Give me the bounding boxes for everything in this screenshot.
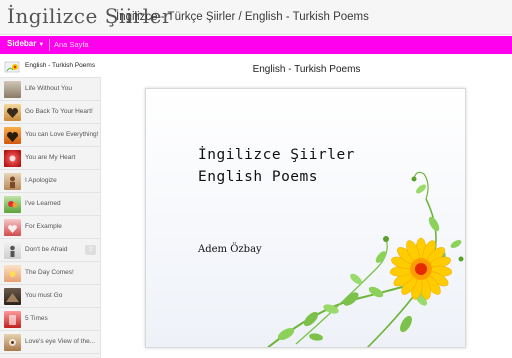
sidebar-item-label: Go Back To Your Heart! — [25, 108, 93, 115]
sidebar-item-label: Life Without You — [25, 85, 72, 92]
sidebar-item-label: You are My Heart — [25, 154, 76, 161]
site-title: İngilizce - Türkçe Şiirler / English - T… — [116, 11, 369, 23]
chevron-down-icon: ▼ — [38, 42, 45, 48]
sidebar-item-english-turkish-poems[interactable]: English - Turkish Poems — [0, 55, 101, 78]
comment-count-badge: 2 — [85, 245, 96, 255]
cover-author: Adem Özbay — [198, 244, 262, 255]
nav-divider — [49, 39, 50, 51]
sidebar-item-i-apologize[interactable]: I Apologize — [0, 170, 101, 193]
sidebar-toggle-button[interactable]: Sidebar ▼ — [7, 39, 44, 48]
poem-thumbnail-icon — [4, 196, 21, 213]
sidebar-item-loves-eye-view[interactable]: Love's eye View of the... — [0, 331, 101, 354]
sidebar-item-label: English - Turkish Poems — [25, 62, 96, 69]
poem-cover-card[interactable]: İngilizce Şiirler English Poems Adem Özb… — [145, 88, 466, 348]
poem-thumbnail-icon — [4, 288, 21, 305]
sidebar-item-label: For Example — [25, 223, 62, 230]
sidebar-item-label: Don't be Afraid — [25, 246, 68, 253]
poem-thumbnail-icon — [4, 334, 21, 351]
sidebar-item-go-back-to-your-heart[interactable]: Go Back To Your Heart! — [0, 101, 101, 124]
sidebar-item-ive-learned[interactable]: I've Learned — [0, 193, 101, 216]
sidebar-item-label: You can Love Everything! — [25, 131, 99, 138]
sidebar-item-label: The Day Comes! — [25, 269, 74, 276]
sidebar-item-you-are-my-heart[interactable]: You are My Heart — [0, 147, 101, 170]
sidebar-item-5-times[interactable]: 5 Times — [0, 308, 101, 331]
poems-book-icon — [4, 58, 21, 75]
sunflower-vine-illustration — [266, 171, 464, 347]
sidebar-item-you-can-love-everything[interactable]: You can Love Everything! — [0, 124, 101, 147]
home-link[interactable]: Ana Sayfa — [54, 40, 89, 49]
sidebar-toggle-label: Sidebar — [7, 39, 37, 48]
sidebar-item-label: Love's eye View of the... — [25, 338, 96, 345]
sidebar-item-label: I Apologize — [25, 177, 57, 184]
sidebar-item-you-must-go[interactable]: You must Go — [0, 285, 101, 308]
poem-thumbnail-icon — [4, 127, 21, 144]
sidebar-item-label: I've Learned — [25, 200, 61, 207]
poem-thumbnail-icon — [4, 150, 21, 167]
nav-bar: Sidebar ▼ Ana Sayfa — [0, 36, 512, 54]
sidebar-item-the-day-comes[interactable]: The Day Comes! — [0, 262, 101, 285]
sidebar-item-life-without-you[interactable]: Life Without You — [0, 78, 101, 101]
poem-thumbnail-icon — [4, 219, 21, 236]
poem-thumbnail-icon — [4, 81, 21, 98]
sidebar-item-label: You must Go — [25, 292, 63, 299]
poem-thumbnail-icon — [4, 104, 21, 121]
app-header: İngilizce Şiirler İngilizce - Türkçe Şii… — [0, 0, 512, 35]
poem-thumbnail-icon — [4, 265, 21, 282]
poem-thumbnail-icon — [4, 311, 21, 328]
sidebar-item-label: 5 Times — [25, 315, 48, 322]
poem-thumbnail-icon — [4, 173, 21, 190]
poem-thumbnail-icon — [4, 242, 21, 259]
sidebar: English - Turkish Poems Life Without You… — [0, 55, 101, 358]
sidebar-item-dont-be-afraid[interactable]: Don't be Afraid 2 — [0, 239, 101, 262]
page-title: English - Turkish Poems — [252, 64, 361, 75]
sidebar-item-for-example[interactable]: For Example — [0, 216, 101, 239]
